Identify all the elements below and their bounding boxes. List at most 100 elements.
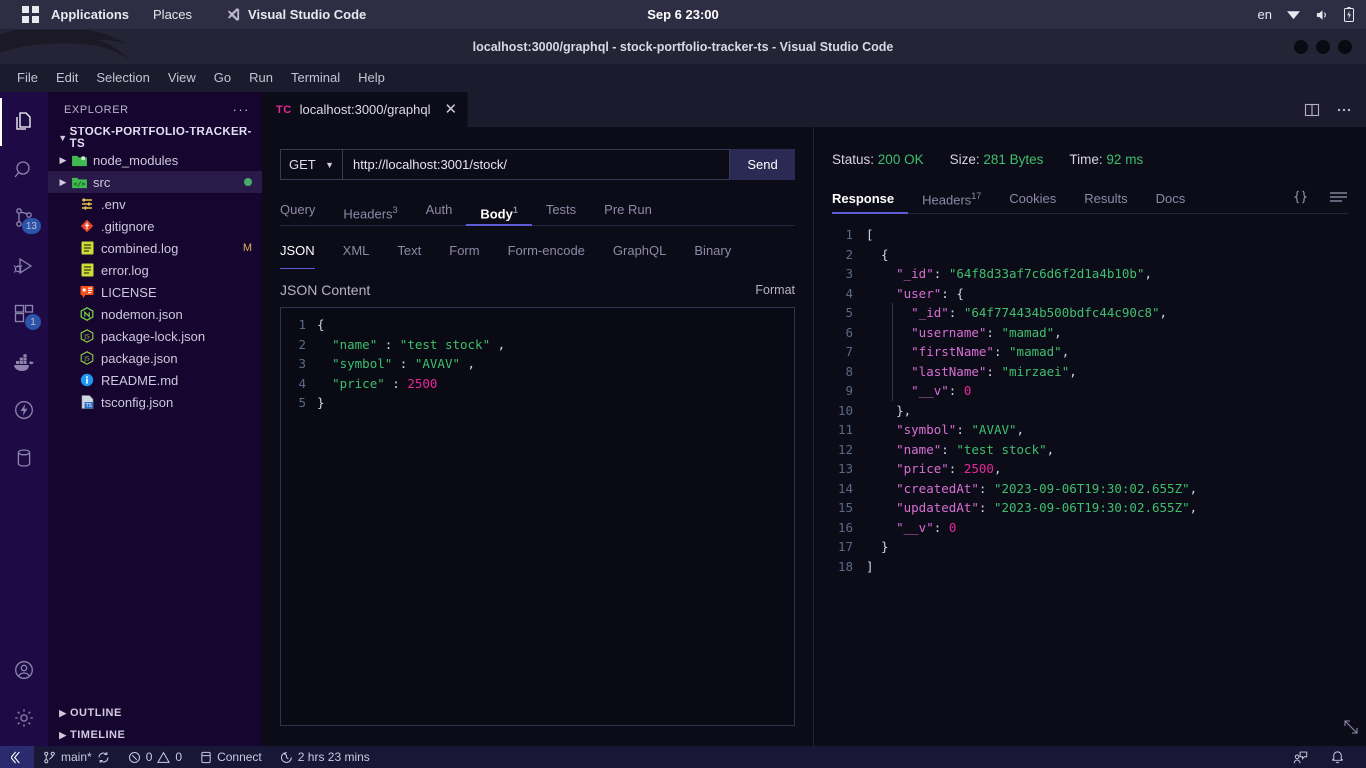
tree-item-nodemon[interactable]: nodemon.json xyxy=(48,303,262,325)
format-graphql[interactable]: GraphQL xyxy=(599,240,680,266)
battery-icon[interactable] xyxy=(1344,7,1354,22)
activity-settings[interactable] xyxy=(0,694,48,742)
tree-item-error-log[interactable]: error.log xyxy=(48,259,262,281)
nodemon-icon xyxy=(78,307,96,321)
tree-item-combined-log[interactable]: combined.log M xyxy=(48,237,262,259)
menu-edit[interactable]: Edit xyxy=(47,64,87,92)
wifi-icon[interactable] xyxy=(1286,8,1301,21)
line-number: 1 xyxy=(298,317,306,332)
tab-headers[interactable]: Headers3 xyxy=(329,196,411,225)
format-json[interactable]: JSON xyxy=(280,240,329,269)
time-value: 92 ms xyxy=(1106,151,1144,167)
activity-extensions[interactable]: 1 xyxy=(0,290,48,338)
status-branch[interactable]: main* xyxy=(34,746,119,768)
tree-item-package-json[interactable]: JS package.json xyxy=(48,347,262,369)
tab-response[interactable]: Response xyxy=(832,185,909,214)
activity-thunder-client[interactable] xyxy=(0,386,48,434)
activity-source-control[interactable]: 13 xyxy=(0,194,48,242)
tab-results[interactable]: Results xyxy=(1070,185,1141,213)
menu-run[interactable]: Run xyxy=(240,64,282,92)
code-content: "symbol": "AVAV", xyxy=(896,422,1025,437)
tab-pre-run[interactable]: Pre Run xyxy=(590,196,666,225)
tab-auth[interactable]: Auth xyxy=(412,196,467,225)
applications-menu[interactable]: Applications xyxy=(39,0,141,30)
tree-item-src[interactable]: ▶ </> src xyxy=(48,171,262,193)
activity-database[interactable] xyxy=(0,434,48,482)
close-button[interactable] xyxy=(1338,40,1352,54)
tab-tests[interactable]: Tests xyxy=(532,196,590,225)
notifications-button[interactable] xyxy=(1321,746,1354,768)
format-text[interactable]: Text xyxy=(383,240,435,266)
status-connect[interactable]: Connect xyxy=(191,746,271,768)
places-menu[interactable]: Places xyxy=(141,0,204,30)
response-status-line: Status: 200 OK Size: 281 Bytes Time: 92 … xyxy=(832,149,1348,169)
menu-view[interactable]: View xyxy=(159,64,205,92)
format-xml[interactable]: XML xyxy=(329,240,384,266)
sidebar-more-actions-icon[interactable]: ··· xyxy=(233,102,251,117)
tree-item-package-lock[interactable]: JS package-lock.json xyxy=(48,325,262,347)
status-timer[interactable]: 2 hrs 23 mins xyxy=(271,746,379,768)
maximize-button[interactable] xyxy=(1316,40,1330,54)
code-line: 2 { xyxy=(832,245,1348,265)
tree-item-env[interactable]: .env xyxy=(48,193,262,215)
format-button[interactable]: Format xyxy=(755,283,795,297)
tree-item-label: error.log xyxy=(101,262,149,278)
url-input[interactable] xyxy=(342,149,730,180)
menu-selection[interactable]: Selection xyxy=(87,64,158,92)
tab-cookies[interactable]: Cookies xyxy=(995,185,1070,213)
code-line: 16 "__v": 0 xyxy=(832,518,1348,538)
tree-root-folder[interactable]: ▼ STOCK-PORTFOLIO-TRACKER-TS xyxy=(48,127,262,150)
resize-handle-icon[interactable] xyxy=(1342,718,1360,736)
menu-help[interactable]: Help xyxy=(349,64,394,92)
format-form-encode[interactable]: Form-encode xyxy=(494,240,599,266)
activity-accounts[interactable] xyxy=(0,646,48,694)
file-tree: ▼ STOCK-PORTFOLIO-TRACKER-TS ▶ node_modu… xyxy=(48,127,262,702)
active-app-indicator[interactable]: Visual Studio Code xyxy=(226,7,366,22)
status-problems[interactable]: 0 0 xyxy=(119,746,191,768)
activity-run-debug[interactable] xyxy=(0,242,48,290)
code-content: "__v": 0 xyxy=(911,383,972,398)
split-editor-icon[interactable] xyxy=(1304,102,1320,118)
remote-window-button[interactable] xyxy=(0,746,34,768)
response-body-viewer[interactable]: 1[2 {3 "_id": "64f8d33af7c6d6f2d1a4b10b"… xyxy=(832,225,1348,746)
tab-body[interactable]: Body1 xyxy=(466,196,532,226)
activity-explorer[interactable] xyxy=(0,98,48,146)
http-method-select[interactable]: GET ▼ xyxy=(280,149,342,180)
volume-icon[interactable] xyxy=(1315,8,1330,22)
format-binary[interactable]: Binary xyxy=(680,240,745,266)
npm-icon: JS xyxy=(78,351,96,365)
tab-query[interactable]: Query xyxy=(280,196,329,225)
menu-file[interactable]: File xyxy=(8,64,47,92)
send-button[interactable]: Send xyxy=(730,149,795,180)
sidebar-section-timeline[interactable]: ▶ TIMELINE xyxy=(48,724,262,746)
tree-item-gitignore[interactable]: .gitignore xyxy=(48,215,262,237)
svg-text:</>: </> xyxy=(73,180,85,188)
tab-response-headers[interactable]: Headers17 xyxy=(908,182,995,214)
menu-go[interactable]: Go xyxy=(205,64,240,92)
menu-terminal[interactable]: Terminal xyxy=(282,64,349,92)
braces-icon[interactable] xyxy=(1292,189,1309,205)
code-content: "symbol" : "AVAV" , xyxy=(332,356,476,371)
close-icon[interactable]: ✕ xyxy=(445,102,458,117)
keyboard-language-indicator[interactable]: en xyxy=(1258,7,1272,22)
feedback-button[interactable] xyxy=(1284,746,1317,768)
tree-item-node_modules[interactable]: ▶ node_modules xyxy=(48,149,262,171)
editor-tab-thunder-client[interactable]: TC localhost:3000/graphql ✕ xyxy=(262,92,469,127)
activity-search[interactable] xyxy=(0,146,48,194)
apps-grid-icon[interactable] xyxy=(22,6,39,23)
format-form[interactable]: Form xyxy=(435,240,493,266)
request-body-editor[interactable]: 1{2 "name" : "test stock" ,3 "symbol" : … xyxy=(280,307,795,726)
tree-item-readme[interactable]: README.md xyxy=(48,369,262,391)
source-control-badge: 13 xyxy=(21,218,41,234)
minimize-button[interactable] xyxy=(1294,40,1308,54)
menu-icon[interactable] xyxy=(1329,189,1348,205)
tree-item-tsconfig[interactable]: TS tsconfig.json xyxy=(48,391,262,413)
activity-docker[interactable] xyxy=(0,338,48,386)
tree-item-license[interactable]: LICENSE xyxy=(48,281,262,303)
code-content: { xyxy=(866,246,889,262)
code-line: 4 "user": { xyxy=(832,284,1348,304)
search-icon xyxy=(14,161,30,178)
more-actions-icon[interactable] xyxy=(1336,102,1352,118)
sidebar-section-outline[interactable]: ▶ OUTLINE xyxy=(48,702,262,724)
tab-docs[interactable]: Docs xyxy=(1142,185,1200,213)
